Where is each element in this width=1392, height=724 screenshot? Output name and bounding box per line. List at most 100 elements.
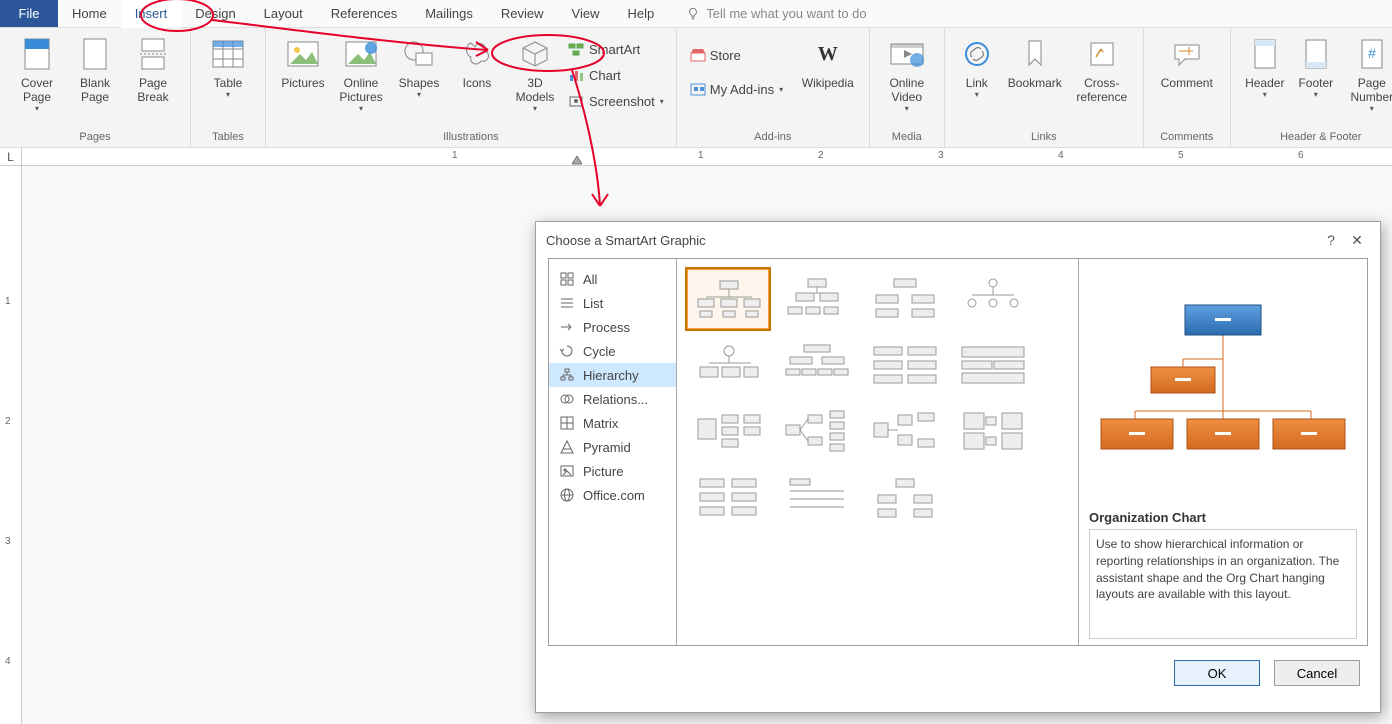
lightbulb-icon [686,7,700,21]
screenshot-button[interactable]: Screenshot ▾ [564,90,668,112]
first-line-indent-marker[interactable] [572,156,582,166]
layout-thumb-icon [956,407,1028,455]
chart-button[interactable]: Chart [564,64,668,86]
page-number-icon: # [1354,36,1390,72]
category-pyramid[interactable]: Pyramid [549,435,676,459]
category-hierarchy[interactable]: Hierarchy [549,363,676,387]
dialog-close-button[interactable]: ✕ [1344,232,1370,249]
store-label: Store [710,48,741,63]
tab-home[interactable]: Home [58,0,121,27]
layout-option-5[interactable] [775,335,857,395]
cover-page-button[interactable]: Cover Page▾ [8,32,66,113]
tab-bar: File Home Insert Design Layout Reference… [0,0,1392,28]
vertical-ruler[interactable]: 1 2 3 4 [0,166,22,724]
layout-thumb-icon [692,275,764,323]
layout-option-4[interactable] [687,335,769,395]
layout-option-12[interactable] [687,467,769,527]
header-button[interactable]: Header▾ [1239,32,1291,99]
link-button[interactable]: Link▾ [953,32,1001,99]
category-list: AllListProcessCycleHierarchyRelations...… [549,259,677,645]
shapes-icon [401,36,437,72]
layout-thumb-icon [780,407,852,455]
group-title-pages: Pages [79,131,110,147]
layout-thumb-icon [692,341,764,389]
chart-label: Chart [589,68,621,83]
bookmark-icon [1017,36,1053,72]
online-pictures-button[interactable]: Online Pictures▾ [332,32,390,113]
layout-option-11[interactable] [951,401,1033,461]
header-icon [1247,36,1283,72]
group-title-comments: Comments [1160,131,1213,147]
category-picture[interactable]: Picture [549,459,676,483]
bookmark-button[interactable]: Bookmark [1001,32,1069,90]
group-title-addins: Add-ins [754,131,791,147]
screenshot-label: Screenshot [589,94,655,109]
category-all[interactable]: All [549,267,676,291]
footer-icon [1298,36,1334,72]
icons-button[interactable]: Icons [448,32,506,90]
group-pages: Cover Page▾ Blank Page Page Break Pages [0,28,191,147]
group-media: Online Video▾ Media [870,28,945,147]
cross-reference-button[interactable]: Cross- reference [1069,32,1135,104]
cover-page-icon [19,36,55,72]
tab-view[interactable]: View [558,0,614,27]
tab-file[interactable]: File [0,0,58,27]
3d-models-button[interactable]: 3D Models▾ [506,32,564,113]
online-video-button[interactable]: Online Video▾ [878,32,936,113]
video-icon [889,36,925,72]
layout-option-9[interactable] [775,401,857,461]
cancel-button[interactable]: Cancel [1274,660,1360,686]
page-break-button[interactable]: Page Break [124,32,182,104]
category-list[interactable]: List [549,291,676,315]
page-number-button[interactable]: # Page Number▾ [1341,32,1392,113]
tab-references[interactable]: References [317,0,411,27]
layout-option-3[interactable] [951,269,1033,329]
layout-thumb-icon [868,407,940,455]
layout-option-14[interactable] [863,467,945,527]
table-button[interactable]: Table▾ [199,32,257,99]
cross-reference-icon [1084,36,1120,72]
comment-button[interactable]: Comment [1152,32,1222,90]
pictures-button[interactable]: Pictures [274,32,332,90]
dialog-help-button[interactable]: ? [1318,232,1344,248]
category-icon [559,271,575,287]
tab-insert[interactable]: Insert [121,0,182,28]
shapes-button[interactable]: Shapes▾ [390,32,448,99]
tab-review[interactable]: Review [487,0,558,27]
tab-design[interactable]: Design [181,0,249,27]
ruler-tab-selector[interactable]: L [0,148,22,166]
category-icon [559,463,575,479]
tab-mailings[interactable]: Mailings [411,0,487,27]
tab-help[interactable]: Help [613,0,668,27]
category-cycle[interactable]: Cycle [549,339,676,363]
layout-thumb-icon [868,341,940,389]
layout-option-0[interactable] [687,269,769,329]
tab-layout[interactable]: Layout [250,0,317,27]
smartart-label: SmartArt [589,42,640,57]
horizontal-ruler[interactable]: 1 1 2 3 4 5 6 [22,148,1392,166]
wikipedia-button[interactable]: W Wikipedia [795,32,861,90]
category-process[interactable]: Process [549,315,676,339]
layout-option-8[interactable] [687,401,769,461]
category-officecom[interactable]: Office.com [549,483,676,507]
layout-thumb-icon [868,473,940,521]
category-matrix[interactable]: Matrix [549,411,676,435]
layout-option-2[interactable] [863,269,945,329]
tell-me-placeholder: Tell me what you want to do [706,6,866,21]
preview-pane: Organization Chart Use to show hierarchi… [1079,259,1367,645]
link-icon [959,36,995,72]
layout-option-10[interactable] [863,401,945,461]
layout-option-7[interactable] [951,335,1033,395]
category-relations[interactable]: Relations... [549,387,676,411]
tell-me-search[interactable]: Tell me what you want to do [686,0,866,27]
layout-option-13[interactable] [775,467,857,527]
store-button[interactable]: Store [685,44,795,66]
blank-page-button[interactable]: Blank Page [66,32,124,104]
ok-button[interactable]: OK [1174,660,1260,686]
layout-option-6[interactable] [863,335,945,395]
my-addins-button[interactable]: My Add-ins ▾ [685,78,795,100]
chart-icon [568,67,584,83]
smartart-button[interactable]: SmartArt [564,38,668,60]
layout-option-1[interactable] [775,269,857,329]
footer-button[interactable]: Footer▾ [1291,32,1341,99]
